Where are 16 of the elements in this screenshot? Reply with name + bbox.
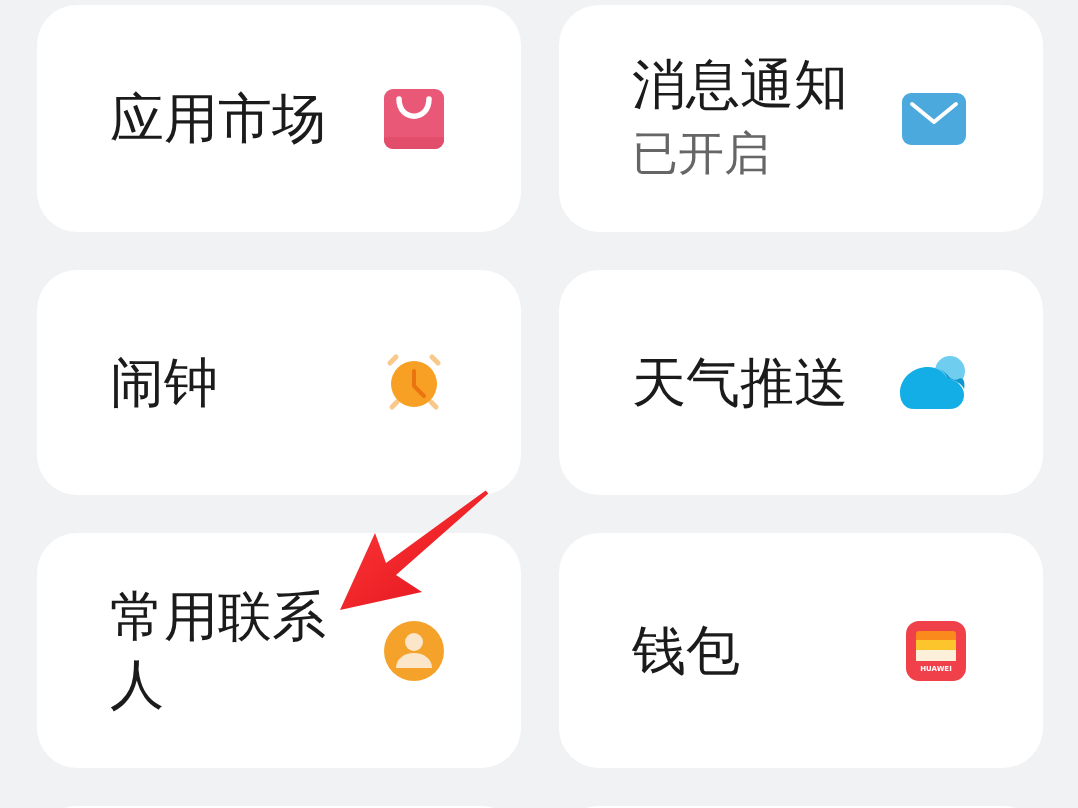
service-card[interactable]: 常用联系人 [37,533,521,768]
envelope-icon [902,92,966,145]
service-card[interactable]: 应用市场 [37,5,521,232]
card-title: 钱包 [632,617,740,684]
card-title: 消息通知 [632,51,848,118]
service-card[interactable]: 天气推送 [559,270,1043,495]
card-title: 应用市场 [110,85,326,152]
service-card[interactable]: 闹钟 [37,270,521,495]
service-card[interactable]: 消息通知 已开启 [559,5,1043,232]
shopping-bag-icon [384,88,444,149]
card-title: 闹钟 [110,349,218,416]
person-icon [384,620,444,681]
card-title: 天气推送 [632,349,848,416]
status-text: 已开启 [632,124,771,182]
cloud-icon [900,354,966,411]
card-title: 常用联系人 [110,583,327,718]
